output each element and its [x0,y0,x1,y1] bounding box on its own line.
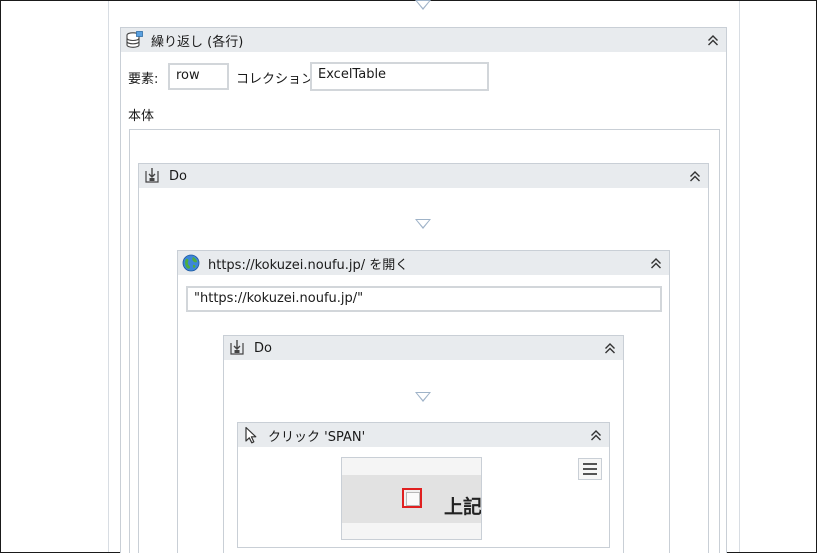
sequence-icon [228,339,246,357]
target-text: 上記 [444,496,482,518]
element-label: 要素: [128,72,159,87]
target-checkbox-highlight [402,488,422,508]
open-browser-header[interactable]: https://kokuzei.noufu.jp/ を開く [178,251,669,275]
click-header[interactable]: クリック 'SPAN' [238,423,609,447]
drop-target-arrow[interactable] [415,219,431,229]
collapse-icon[interactable] [686,167,704,185]
do-outer-header[interactable]: Do [139,164,708,188]
do-outer-title: Do [169,168,187,184]
drop-target-arrow[interactable] [415,392,431,402]
collapse-icon[interactable] [601,339,619,357]
sequence-icon [143,167,161,185]
element-input[interactable]: row [168,63,229,90]
do-inner-title: Do [254,340,272,356]
collection-label: コレクション: [236,72,319,87]
drop-target-arrow[interactable] [415,0,431,10]
collapse-icon[interactable] [587,426,605,444]
hamburger-menu-icon[interactable] [578,458,602,480]
click-activity[interactable]: クリック 'SPAN' 上記 [237,422,610,548]
do-inner-header[interactable]: Do [224,336,623,360]
foreach-row-title: 繰り返し (各行) [151,34,244,50]
database-icon [125,31,143,49]
url-input[interactable]: "https://kokuzei.noufu.jp/" [186,286,662,312]
collapse-icon[interactable] [704,31,722,49]
canvas-guide-left [108,1,109,552]
canvas-guide-right [739,1,740,552]
body-label: 本体 [128,109,155,124]
click-title: クリック 'SPAN' [268,429,366,445]
designer-canvas: 繰り返し (各行) 要素: row コレクション: ExcelTable 本体 … [0,0,817,553]
foreach-row-header[interactable]: 繰り返し (各行) [121,28,726,52]
globe-icon [182,254,200,272]
cursor-icon [242,426,260,444]
collapse-icon[interactable] [647,254,665,272]
open-browser-title: https://kokuzei.noufu.jp/ を開く [208,257,409,273]
collection-input[interactable]: ExcelTable [310,62,489,91]
target-screenshot[interactable]: 上記 [341,457,482,540]
